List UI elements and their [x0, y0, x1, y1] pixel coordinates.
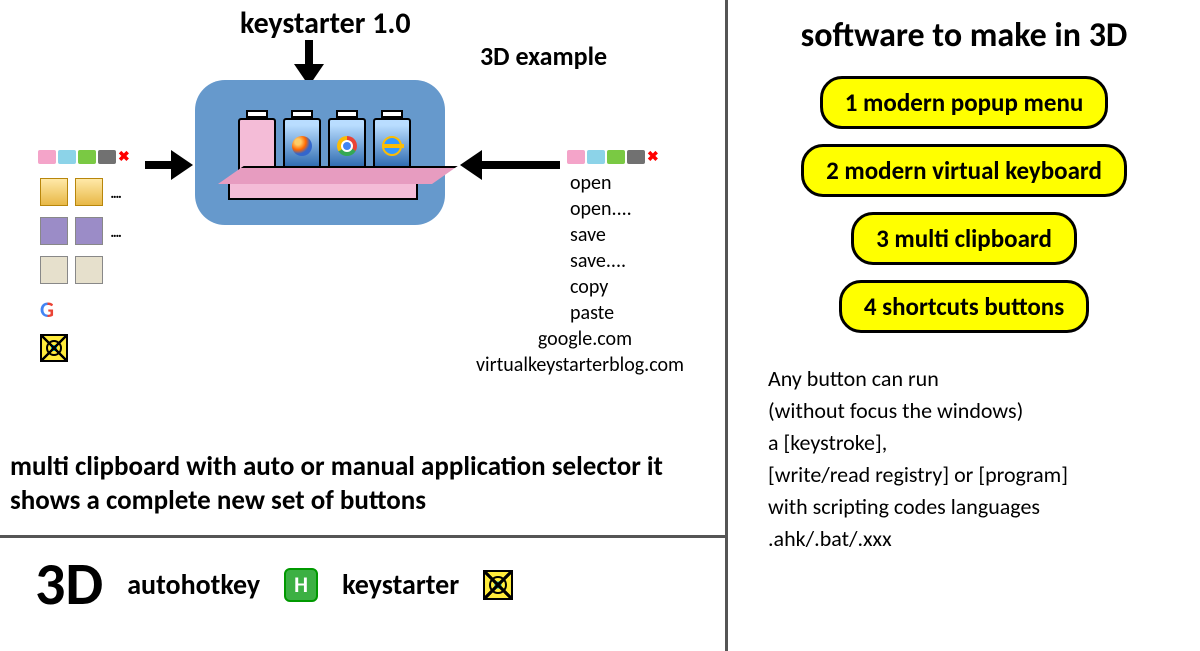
action-item: open [570, 170, 720, 196]
keystarter-icon [483, 570, 513, 600]
description-text: multi clipboard with auto or manual appl… [10, 450, 710, 518]
open-icon [40, 178, 68, 206]
desc-line: .ahk/.bat/.xxx [768, 523, 1180, 555]
footer-ahk-label: autohotkey [127, 567, 260, 602]
autohotkey-icon: H [284, 568, 318, 602]
right-panel: software to make in 3D 1 modern popup me… [725, 0, 1200, 651]
dots-icon: .... [110, 220, 140, 242]
title: keystarter 1.0 [240, 5, 411, 42]
paste-icon [75, 256, 103, 284]
footer-ks-label: keystarter [342, 567, 459, 602]
right-description: Any button can run (without focus the wi… [748, 363, 1180, 555]
desc-line: [write/read registry] or [program] [768, 459, 1180, 491]
save-icon [40, 217, 68, 245]
action-item: google.com [510, 326, 660, 352]
action-item: copy [570, 274, 720, 300]
arrow-right-icon [145, 150, 195, 180]
open-icon [75, 178, 103, 206]
left-panel: keystarter 1.0 3D example ✖ ✖ .... .... … [0, 0, 725, 651]
selector-bar-left: ✖ [38, 150, 130, 164]
keystarter-icon [40, 334, 68, 362]
desc-line: Any button can run [768, 363, 1180, 395]
footer: 3D autohotkey H keystarter [0, 548, 725, 621]
feature-pill: 1 modern popup menu [820, 76, 1109, 129]
tray-base [228, 180, 418, 200]
feature-pill: 2 modern virtual keyboard [801, 144, 1127, 197]
desc-line: a [keystroke], [768, 427, 1180, 459]
feature-pill: 4 shortcuts buttons [839, 280, 1089, 333]
desc-line: (without focus the windows) [768, 395, 1180, 427]
footer-3d-label: 3D [35, 548, 103, 621]
action-list: open open.... save save.... copy paste g… [570, 170, 720, 378]
save-icon [75, 217, 103, 245]
arrow-left-icon [460, 150, 560, 180]
google-icon: G [40, 296, 70, 323]
right-title: software to make in 3D [748, 15, 1180, 56]
close-icon: ✖ [118, 150, 130, 164]
action-item: virtualkeystarterblog.com [440, 352, 720, 378]
close-icon: ✖ [647, 150, 659, 164]
feature-pill: 3 multi clipboard [851, 212, 1077, 265]
copy-icon [40, 256, 68, 284]
action-item: save.... [570, 248, 720, 274]
dots-icon: .... [110, 181, 140, 203]
action-item: save [570, 222, 720, 248]
arrow-down-icon [294, 40, 324, 85]
action-item: open.... [570, 196, 720, 222]
action-item: paste [570, 300, 720, 326]
divider [0, 535, 725, 538]
clipboard-icon-grid: .... .... G [40, 175, 140, 365]
selector-bar-right: ✖ [567, 150, 659, 164]
example-label: 3D example [480, 40, 607, 72]
desc-line: with scripting codes languages [768, 491, 1180, 523]
